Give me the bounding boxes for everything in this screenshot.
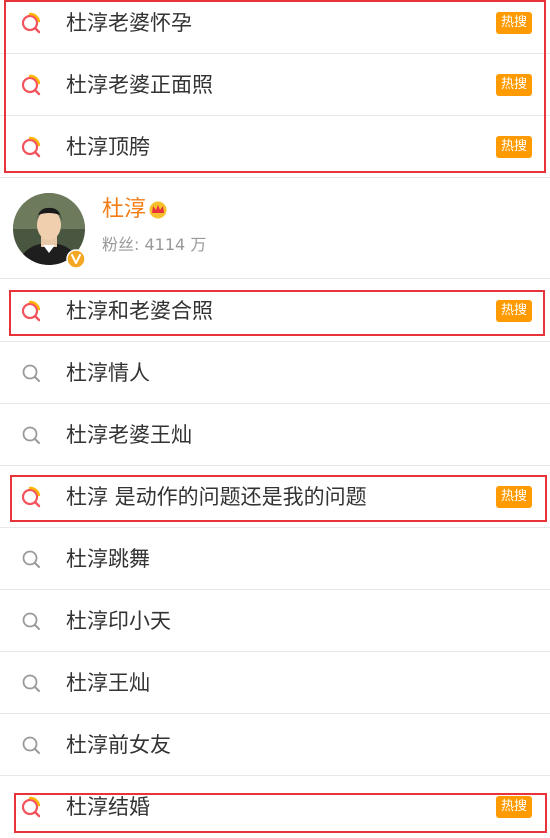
suggestion-text: 杜淳老婆正面照	[66, 73, 213, 97]
search-icon	[22, 550, 40, 568]
user-card[interactable]: 杜淳 粉丝: 4114 万	[0, 179, 550, 279]
fans-label: 粉丝:	[102, 235, 140, 254]
suggestion-text: 杜淳结婚	[66, 795, 150, 819]
hot-search-icon	[21, 74, 41, 95]
suggestion-row[interactable]: 杜淳老婆怀孕 热搜	[0, 0, 550, 54]
hot-badge: 热搜	[495, 485, 532, 508]
suggestion-text: 杜淳 是动作的问题还是我的问题	[66, 485, 367, 509]
search-icon	[22, 364, 40, 382]
suggestion-row[interactable]: 杜淳跳舞	[0, 528, 550, 590]
username: 杜淳	[102, 197, 147, 222]
fans-unit: 万	[190, 235, 207, 254]
suggestion-row[interactable]: 杜淳老婆正面照 热搜	[0, 54, 550, 116]
hot-badge: 热搜	[495, 73, 532, 96]
hot-search-icon	[21, 796, 41, 818]
suggestion-row[interactable]: 杜淳情人	[0, 342, 550, 404]
hot-search-icon	[21, 300, 41, 321]
suggestion-text: 杜淳前女友	[66, 733, 171, 757]
hot-badge: 热搜	[495, 299, 532, 322]
fans-number: 4114	[144, 235, 186, 254]
suggestion-text: 杜淳情人	[66, 361, 150, 385]
suggestion-row[interactable]: 杜淳和老婆合照 热搜	[0, 280, 550, 342]
suggestion-row[interactable]: 杜淳印小天	[0, 590, 550, 652]
hot-search-icon	[21, 136, 41, 157]
hot-search-icon	[21, 486, 41, 507]
hot-badge: 热搜	[495, 796, 532, 818]
suggestion-text: 杜淳老婆王灿	[66, 423, 192, 447]
suggestion-text: 杜淳老婆怀孕	[66, 11, 192, 35]
crown-icon	[149, 201, 167, 219]
suggestion-row[interactable]: 杜淳顶胯 热搜	[0, 116, 550, 178]
verified-icon	[66, 249, 86, 269]
suggestion-text: 杜淳顶胯	[66, 135, 150, 159]
hot-badge: 热搜	[495, 135, 532, 158]
suggestion-row[interactable]: 杜淳王灿	[0, 652, 550, 714]
suggestion-text: 杜淳王灿	[66, 671, 150, 695]
search-icon	[22, 674, 40, 692]
suggestion-row[interactable]: 杜淳老婆王灿	[0, 404, 550, 466]
fans-count: 粉丝: 4114 万	[102, 231, 206, 259]
search-icon	[22, 426, 40, 444]
suggestion-row[interactable]: 杜淳结婚 热搜	[0, 776, 550, 838]
suggestion-row[interactable]: 杜淳前女友	[0, 714, 550, 776]
search-icon	[22, 612, 40, 630]
suggestion-text: 杜淳和老婆合照	[66, 299, 213, 323]
suggestion-text: 杜淳印小天	[66, 609, 171, 633]
hot-search-icon	[21, 12, 41, 33]
suggestion-row[interactable]: 杜淳 是动作的问题还是我的问题 热搜	[0, 466, 550, 528]
suggestion-text: 杜淳跳舞	[66, 547, 150, 571]
search-icon	[22, 736, 40, 754]
hot-badge: 热搜	[495, 11, 532, 34]
